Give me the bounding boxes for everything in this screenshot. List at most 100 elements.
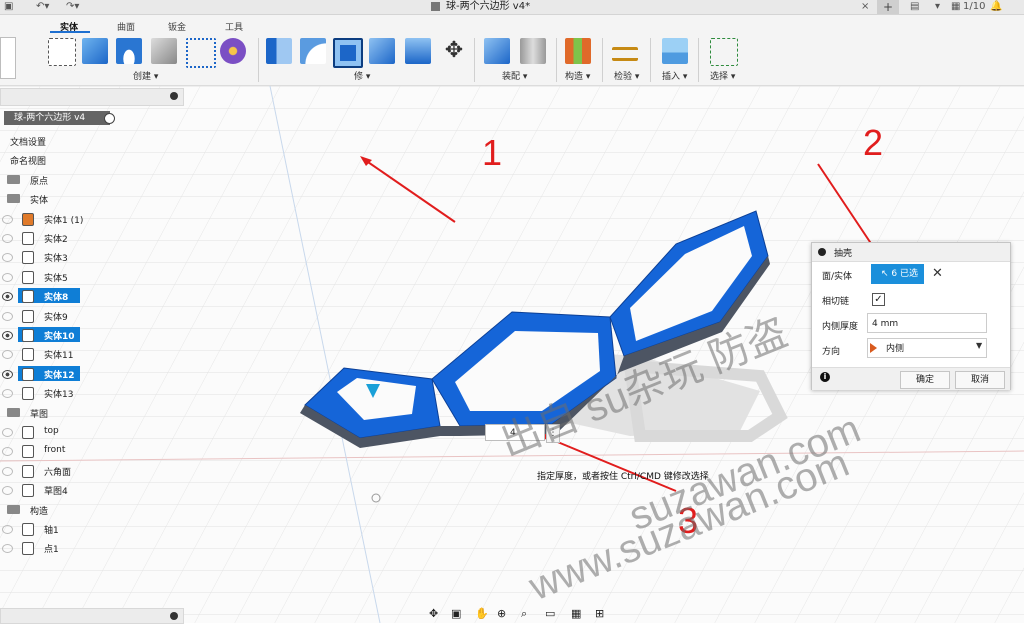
tab-sheet-metal[interactable]: 钣金 (168, 20, 186, 33)
faces-selection-button[interactable]: ↖ 6 已选定 (871, 264, 924, 299)
chat-icon[interactable]: ▤ (910, 0, 919, 14)
browser-node[interactable]: 构造 (0, 501, 185, 519)
group-modify[interactable]: 修 ▾ (354, 69, 370, 82)
new-component-icon[interactable] (484, 38, 510, 64)
browser-node[interactable]: 实体10 (0, 326, 185, 344)
browser-node[interactable]: 实体5 (0, 268, 185, 286)
measure-icon[interactable] (612, 47, 638, 61)
visibility-eye-icon[interactable] (2, 369, 13, 379)
group-create[interactable]: 创建 ▾ (133, 69, 158, 82)
browser-node[interactable]: 文档设置 (0, 132, 185, 150)
redo-icon[interactable]: ↷▾ (66, 0, 79, 14)
sketch-icon (22, 445, 34, 459)
browser-node[interactable]: 草图 (0, 404, 185, 422)
browser-node[interactable]: 实体8 (0, 287, 185, 305)
insert-image-icon[interactable] (662, 38, 688, 64)
viewports-icon[interactable]: ⊞ (595, 607, 604, 620)
visibility-eye-icon[interactable] (2, 389, 13, 399)
fit-icon[interactable]: ⌕ (521, 607, 527, 621)
browser-node[interactable]: 实体2 (0, 229, 185, 247)
zoom-icon[interactable]: ⊕ (497, 607, 506, 620)
close-tab-icon[interactable]: × (861, 0, 869, 14)
visibility-eye-icon[interactable] (2, 544, 13, 554)
new-tab-button[interactable]: + (877, 0, 899, 14)
browser-node[interactable]: front (0, 442, 185, 460)
orbit-icon[interactable]: ✥ (429, 607, 438, 620)
visibility-eye-icon[interactable] (2, 272, 13, 282)
shell-icon[interactable] (333, 38, 363, 68)
activate-radio-icon[interactable] (104, 113, 115, 124)
grid-icon[interactable]: ▦ (571, 607, 581, 620)
collapse-icon[interactable] (170, 612, 178, 620)
group-inspect[interactable]: 检验 ▾ (614, 69, 639, 82)
browser-node[interactable]: 实体11 (0, 345, 185, 363)
clear-selection-icon[interactable]: ✕ (932, 266, 943, 281)
group-construct[interactable]: 构造 ▾ (565, 69, 590, 82)
fillet-icon[interactable] (300, 38, 326, 64)
visibility-eye-icon[interactable] (2, 234, 13, 243)
group-insert[interactable]: 插入 ▾ (662, 69, 687, 82)
browser-node[interactable]: 轴1 (0, 520, 185, 538)
visibility-eye-icon[interactable] (2, 447, 13, 457)
display-settings-icon[interactable]: ▭ (545, 607, 555, 620)
visibility-eye-icon[interactable] (2, 466, 13, 476)
info-icon[interactable]: i (820, 372, 830, 382)
tab-surface[interactable]: 曲面 (117, 20, 135, 33)
extrude-icon[interactable] (82, 38, 108, 64)
visibility-eye-icon[interactable] (2, 525, 13, 534)
browser-node[interactable]: top (0, 423, 185, 441)
tangent-chain-checkbox[interactable]: ✓ (872, 293, 885, 306)
document-root-node[interactable]: 球-两个六边形 v4 (4, 111, 110, 125)
group-assemble[interactable]: 装配 ▾ (502, 69, 527, 82)
visibility-eye-icon[interactable] (2, 486, 13, 496)
group-select[interactable]: 选择 ▾ (710, 69, 735, 82)
browser-node[interactable]: 实体3 (0, 248, 185, 266)
visibility-eye-icon[interactable] (2, 350, 13, 360)
chevron-down-icon[interactable]: ▼ (976, 341, 982, 350)
direction-select[interactable]: 内侧 (867, 338, 987, 358)
browser-node[interactable]: 实体 (0, 190, 185, 208)
create-sketch-icon[interactable] (48, 38, 76, 66)
browser-node-label: 草图4 (44, 487, 68, 498)
joint-icon[interactable] (520, 38, 546, 64)
press-pull-icon[interactable] (266, 38, 292, 64)
collapse-icon[interactable] (170, 92, 178, 100)
browser-node[interactable]: 实体12 (0, 365, 185, 383)
notification-icon[interactable]: 🔔 (990, 0, 1002, 14)
select-icon[interactable] (710, 38, 738, 66)
ok-button[interactable]: 确定 (900, 371, 950, 389)
visibility-eye-icon[interactable] (2, 311, 13, 321)
browser-node[interactable]: 命名视图 (0, 151, 185, 169)
undo-icon[interactable]: ↶▾ (36, 0, 49, 14)
browser-node[interactable]: 草图4 (0, 481, 185, 499)
save-icon[interactable]: ▣ (4, 0, 13, 14)
browser-node[interactable]: 实体1 (1) (0, 210, 185, 228)
visibility-eye-icon[interactable] (2, 331, 13, 340)
visibility-eye-icon[interactable] (2, 214, 13, 224)
offset-plane-icon[interactable] (565, 38, 591, 64)
revolve-icon[interactable] (116, 38, 142, 64)
jobs-icon[interactable]: ▦ (951, 0, 960, 14)
hole-icon[interactable] (151, 38, 177, 64)
cancel-button[interactable]: 取消 (955, 371, 1005, 389)
browser-node[interactable]: 六角面 (0, 462, 185, 480)
inside-thickness-input[interactable]: 4 mm (867, 313, 987, 333)
tab-tools[interactable]: 工具 (225, 20, 243, 33)
pan-icon[interactable]: ✋ (475, 607, 489, 620)
pattern-icon[interactable] (186, 38, 216, 68)
workspace-switcher[interactable] (0, 37, 16, 79)
split-body-icon[interactable] (405, 38, 431, 64)
dropdown-icon[interactable]: ▾ (935, 0, 940, 14)
collapse-icon[interactable] (818, 248, 826, 256)
browser-node[interactable]: 点1 (0, 539, 185, 557)
browser-node[interactable]: 原点 (0, 171, 185, 189)
browser-node[interactable]: 实体13 (0, 384, 185, 402)
visibility-eye-icon[interactable] (2, 292, 13, 302)
visibility-eye-icon[interactable] (2, 428, 13, 437)
move-copy-icon[interactable]: ✥ (441, 38, 467, 64)
look-at-icon[interactable]: ▣ (451, 607, 461, 620)
combine-icon[interactable] (369, 38, 395, 64)
browser-node[interactable]: 实体9 (0, 307, 185, 325)
visibility-eye-icon[interactable] (2, 253, 13, 263)
create-form-icon[interactable] (220, 38, 246, 64)
